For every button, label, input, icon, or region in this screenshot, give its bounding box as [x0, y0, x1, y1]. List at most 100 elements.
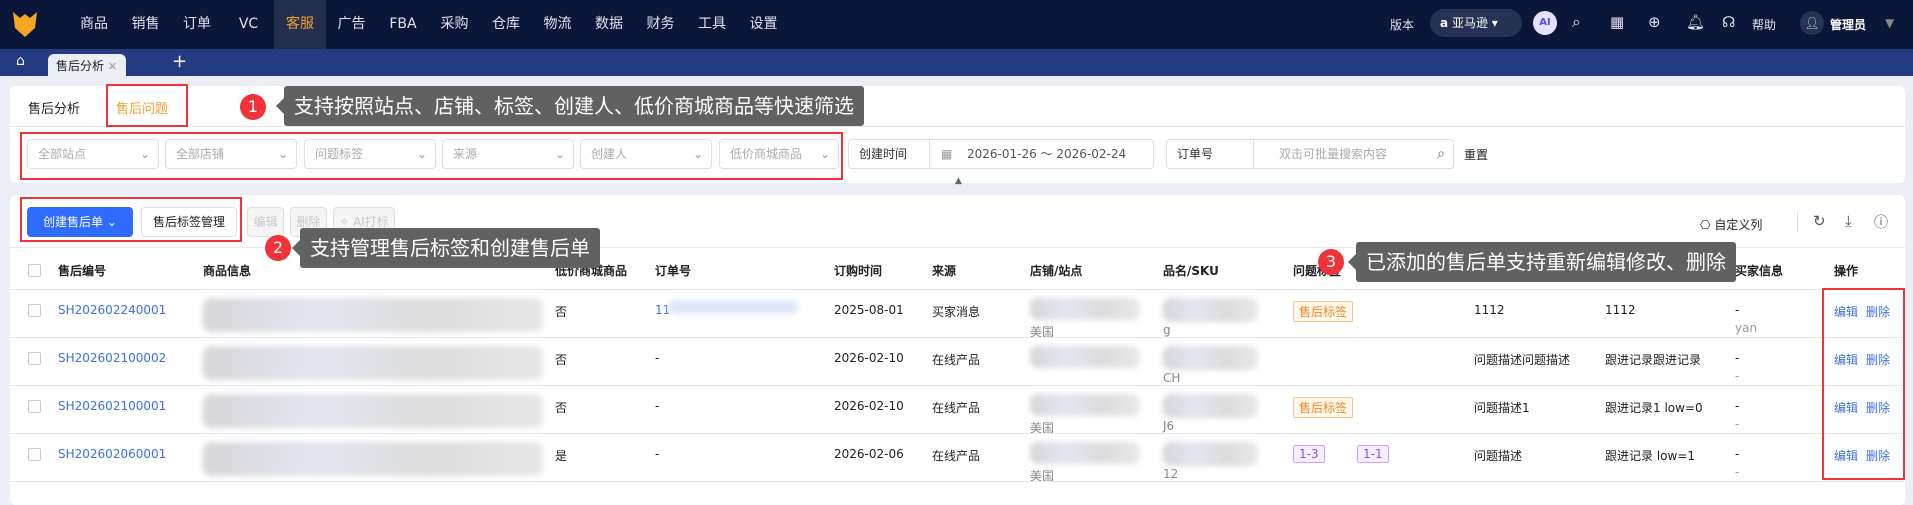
search-input[interactable]: 双击可批量搜索内容 — [1279, 140, 1387, 168]
column-header: 买家信息 — [1735, 264, 1784, 278]
select-all-checkbox[interactable] — [28, 264, 41, 277]
search-icon[interactable]: ⌕ — [1437, 140, 1445, 168]
row-divider — [10, 385, 1905, 386]
follow-up-record: 跟进记录跟进记录 — [1605, 353, 1702, 367]
nav-item[interactable]: VC — [223, 0, 275, 49]
ai-button[interactable]: AI — [1533, 11, 1557, 35]
nav-item[interactable]: 财务 — [635, 0, 687, 49]
source: 买家消息 — [932, 305, 981, 319]
callout-number: 1 — [240, 94, 266, 120]
download-icon[interactable]: ⊕ — [1648, 13, 1661, 31]
sku: g — [1163, 323, 1171, 337]
buyer-info-sub: - — [1735, 417, 1740, 431]
follow-up-record: 1112 — [1605, 303, 1636, 317]
issue-description: 问题描述 — [1474, 449, 1523, 463]
sku: J6 — [1163, 419, 1175, 433]
column-header: 售后编号 — [58, 264, 107, 278]
sku: 12 — [1163, 467, 1179, 481]
chevron-down-icon[interactable]: ▼ — [1885, 16, 1894, 30]
highlight-filters — [20, 132, 843, 180]
column-header: 品名/SKU — [1163, 264, 1219, 278]
date-range[interactable]: 2026-01-26 ～ 2026-02-24 — [967, 140, 1126, 168]
highlight-issues-tab — [106, 84, 188, 127]
row-checkbox[interactable] — [28, 448, 41, 461]
buyer-info: - — [1735, 447, 1740, 461]
product-name-blurred — [1163, 346, 1258, 370]
search-type-select[interactable]: 订单号 — [1177, 147, 1213, 161]
highlight-toolbar — [20, 197, 242, 242]
row-checkbox[interactable] — [28, 352, 41, 365]
callout-number: 3 — [1318, 249, 1344, 275]
tab-after-sales-analysis[interactable]: 售后分析 ✕ — [48, 54, 126, 78]
nav-item[interactable]: FBA — [377, 0, 429, 49]
headset-icon[interactable]: ☊ — [1722, 13, 1735, 31]
close-icon[interactable]: ✕ — [108, 60, 117, 73]
source: 在线产品 — [932, 353, 981, 367]
nav-item[interactable]: 数据 — [583, 0, 635, 49]
follow-up-record: 跟进记录 low=1 — [1605, 449, 1695, 463]
sku: CH — [1163, 371, 1181, 385]
nav-item[interactable]: 采购 — [429, 0, 481, 49]
search-box[interactable]: 订单号 双击可批量搜索内容 ⌕ — [1166, 139, 1454, 169]
nav-item[interactable]: 设置 — [738, 0, 790, 49]
row-checkbox[interactable] — [28, 304, 41, 317]
order-date: 2025-08-01 — [834, 303, 904, 317]
subtab-analysis[interactable]: 售后分析 — [28, 98, 80, 117]
product-name-blurred — [1163, 298, 1258, 322]
source: 在线产品 — [932, 401, 981, 415]
issue-tag: 售后标签 — [1293, 301, 1354, 322]
product-info-blurred — [203, 298, 543, 332]
issue-tag: 1-1 — [1357, 445, 1389, 463]
issue-tag: 售后标签 — [1293, 397, 1354, 418]
avatar[interactable]: 👤︎ — [1800, 11, 1824, 35]
row-divider — [10, 481, 1905, 482]
bell-icon[interactable]: 🔔︎ — [1686, 13, 1705, 31]
export-icon[interactable]: ⤓ — [1845, 212, 1852, 230]
nav-item[interactable]: 销售 — [120, 0, 172, 49]
issue-description: 问题描述1 — [1474, 401, 1530, 415]
time-type-select[interactable]: 创建时间 — [859, 147, 907, 161]
nav-item[interactable]: 物流 — [532, 0, 584, 49]
after-sales-id-link[interactable]: SH202602240001 — [58, 303, 166, 317]
nav-item[interactable]: 客服 — [274, 0, 326, 49]
platform-select[interactable]: a 亚马逊 ▾ — [1430, 9, 1522, 37]
after-sales-id-link[interactable]: SH202602060001 — [58, 447, 166, 461]
source: 在线产品 — [932, 449, 981, 463]
nav-item[interactable]: 商品 — [68, 0, 120, 49]
add-tab-button[interactable]: + — [172, 51, 187, 72]
user-name[interactable]: 管理员 — [1830, 16, 1866, 33]
row-divider — [10, 433, 1905, 434]
after-sales-id-link[interactable]: SH202602100001 — [58, 399, 166, 413]
date-filter[interactable]: 创建时间 ▦ 2026-01-26 ～ 2026-02-24 — [848, 139, 1154, 169]
custom-columns-button[interactable]: ⎔ 自定义列 — [1700, 216, 1762, 233]
refresh-icon[interactable]: ↻ — [1813, 212, 1826, 230]
collapse-icon[interactable]: ▲ — [955, 176, 962, 186]
buyer-info: - — [1735, 351, 1740, 365]
callout-toolbar: 支持管理售后标签和创建售后单 — [292, 228, 600, 268]
highlight-actions — [1822, 288, 1905, 480]
home-icon[interactable]: ⌂ — [16, 53, 25, 69]
column-header: 订购时间 — [834, 264, 883, 278]
nav-item[interactable]: 广告 — [326, 0, 378, 49]
divider — [1797, 212, 1798, 232]
callout-actions: 已添加的售后单支持重新编辑修改、删除 — [1348, 242, 1736, 282]
platform-label: 亚马逊 — [1451, 16, 1488, 30]
order-date: 2026-02-10 — [834, 399, 904, 413]
calendar-icon: ▦ — [941, 147, 953, 161]
buyer-info-sub: - — [1735, 465, 1740, 479]
nav-item[interactable]: 订单 — [171, 0, 223, 49]
search-icon[interactable]: ⌕ — [1572, 12, 1581, 32]
help-link[interactable]: 帮助 — [1752, 16, 1776, 33]
edit-button[interactable]: 编辑 — [247, 207, 284, 237]
divider — [10, 289, 1905, 290]
shop-blurred — [1030, 298, 1140, 320]
nav-item[interactable]: 工具 — [686, 0, 738, 49]
nav-item[interactable]: 仓库 — [480, 0, 532, 49]
issue-description: 1112 — [1474, 303, 1505, 317]
product-name-blurred — [1163, 394, 1258, 418]
reset-button[interactable]: 重置 — [1464, 146, 1488, 163]
help-icon[interactable]: ⓘ — [1874, 212, 1888, 232]
after-sales-id-link[interactable]: SH202602100002 — [58, 351, 166, 365]
apps-grid-icon[interactable]: ▦ — [1610, 13, 1624, 31]
row-checkbox[interactable] — [28, 400, 41, 413]
